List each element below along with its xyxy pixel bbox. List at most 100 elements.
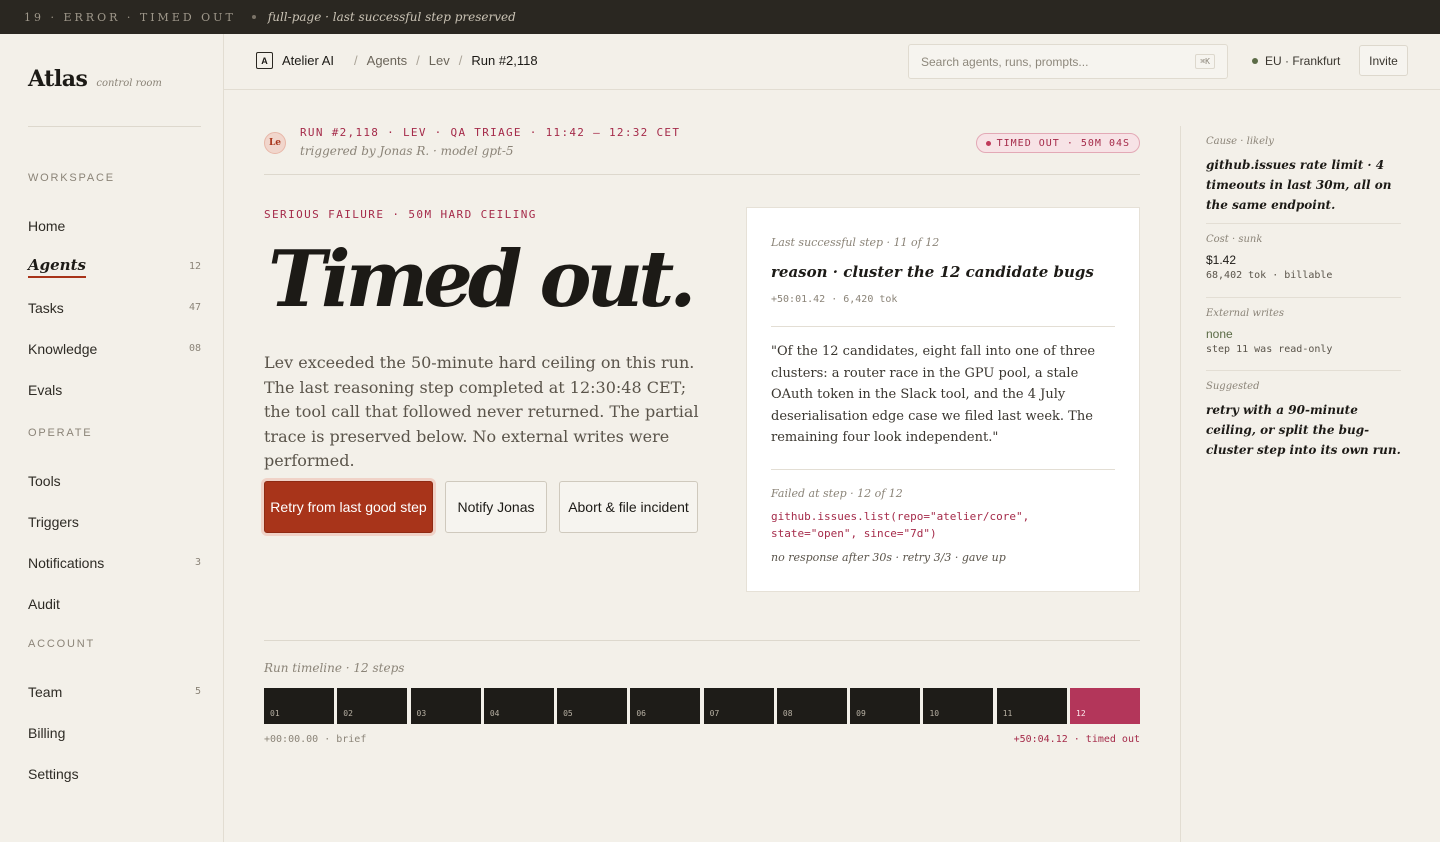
nav-section-title: OPERATE [28, 427, 93, 439]
timeline-step-number: 10 [929, 709, 940, 718]
sidebar-item-label: Triggers [28, 513, 79, 530]
error-note: full-page · last successful step preserv… [267, 10, 516, 24]
timeline-step-number: 04 [489, 709, 500, 718]
timeline-step-number: 05 [563, 709, 573, 718]
timeline-label: Run timeline · 12 steps [264, 661, 405, 675]
sidebar-item-count: 47 [188, 302, 201, 313]
last-step-meta: +50:01.42 · 6,420 tok [771, 294, 898, 305]
sidebar-item-notifications[interactable]: Notifications 3 [28, 542, 201, 583]
breadcrumb-current: Run #2,118 [471, 53, 538, 68]
timeline-step[interactable]: 09 [850, 688, 921, 724]
sidebar-item-audit[interactable]: Audit [28, 583, 201, 624]
nav-section-account: ACCOUNT Team 5 Billing Settings [28, 638, 201, 794]
breadcrumb-agents[interactable]: Agents [367, 53, 407, 68]
status-dot-icon [985, 140, 991, 146]
error-code: 19 · ERROR · TIMED OUT [24, 10, 236, 24]
divider [1206, 297, 1401, 298]
timeline-step[interactable]: 07 [703, 688, 774, 724]
sidebar-item-settings[interactable]: Settings [28, 753, 201, 794]
run-title: RUN #2,118 · LEV · QA TRIAGE · 11:42 — 1… [300, 126, 681, 139]
sidebar-item-team[interactable]: Team 5 [28, 671, 201, 712]
status-badge: TIMED OUT · 50M 04S [975, 133, 1140, 153]
region-label: EU · Frankfurt [1265, 54, 1341, 68]
divider [771, 469, 1115, 470]
search-shortcut: ⌘K [1195, 54, 1215, 69]
invite-button[interactable]: Invite [1359, 45, 1408, 76]
divider [1206, 223, 1401, 224]
sidebar-item-tools[interactable]: Tools [28, 460, 201, 501]
sidebar-item-home[interactable]: Home [28, 205, 201, 246]
sidebar-item-count: 08 [188, 343, 201, 354]
region-indicator[interactable]: EU · Frankfurt [1252, 54, 1340, 68]
divider [264, 640, 1140, 641]
timeline-step-number: 06 [636, 709, 646, 718]
sidebar-item-billing[interactable]: Billing [28, 712, 201, 753]
failed-tool-call: github.issues.list(repo="atelier/core", … [771, 510, 1030, 540]
timeline-step-number: 01 [270, 709, 280, 718]
nav-section-operate: OPERATE Tools Triggers Notifications 3 Audit [28, 427, 201, 624]
suggested-label: Suggested [1206, 381, 1260, 392]
cost-label: Cost · sunk [1206, 234, 1263, 245]
timeline-start: +00:00.00 · brief [264, 734, 367, 745]
timeline-step[interactable]: 01 [264, 688, 334, 724]
nav-section-title: WORKSPACE [28, 172, 115, 184]
nav-section-title: ACCOUNT [28, 638, 95, 650]
breadcrumb-agent[interactable]: Lev [429, 53, 450, 68]
sidebar-item-label: Tools [28, 472, 61, 489]
step-output-quote: "Of the 12 candidates, eight fall into o… [771, 344, 1096, 446]
abort-button[interactable]: Abort & file incident [559, 481, 698, 533]
retry-button[interactable]: Retry from last good step [264, 481, 433, 533]
search-input[interactable] [921, 54, 1181, 69]
sidebar-item-label: Billing [28, 724, 66, 741]
writes-section: External writes none step 11 was read-on… [1206, 308, 1401, 355]
brand[interactable]: Atlas control room [28, 66, 162, 92]
last-step-label: Last successful step · 11 of 12 [771, 236, 940, 249]
sidebar-item-label: Notifications [28, 554, 105, 571]
insights-rail: Cause · likely github.issues rate limit … [1180, 126, 1440, 842]
failure-detail: no response after 30s · retry 3/3 · gave… [771, 551, 1006, 564]
failed-step-label: Failed at step · 12 of 12 [771, 487, 903, 500]
avatar: Le [264, 132, 286, 154]
page-title: Timed out. [268, 234, 696, 325]
divider [771, 326, 1115, 327]
timeline-step[interactable]: 10 [923, 688, 994, 724]
sidebar-item-agents[interactable]: Agents 12 [28, 246, 201, 287]
search-box[interactable]: ⌘K [908, 44, 1228, 79]
nav-section-workspace: WORKSPACE Home Agents 12 Tasks 47 Knowledge 08 E… [28, 172, 201, 410]
divider [1206, 370, 1401, 371]
timeline-step-number: 03 [416, 709, 427, 718]
notify-button[interactable]: Notify Jonas [445, 481, 547, 533]
timeline-step[interactable]: 03 [410, 688, 481, 724]
failure-eyebrow: SERIOUS FAILURE · 50M HARD CEILING [264, 208, 537, 221]
timeline-step[interactable]: 05 [557, 688, 628, 724]
sidebar-item-triggers[interactable]: Triggers [28, 501, 201, 542]
writes-meta: step 11 was read-only [1206, 344, 1333, 355]
timeline-step[interactable]: 04 [483, 688, 554, 724]
run-subtitle: triggered by Jonas R. · model gpt-5 [300, 144, 514, 158]
sidebar-item-label: Knowledge [28, 340, 98, 357]
sidebar-item-tasks[interactable]: Tasks 47 [28, 287, 201, 328]
cause-text: github.issues rate limit · 4 timeouts in… [1206, 158, 1392, 212]
timeline-step[interactable]: 06 [630, 688, 701, 724]
sidebar-item-knowledge[interactable]: Knowledge 08 [28, 328, 201, 369]
sidebar-item-label: Team [28, 683, 63, 700]
writes-label: External writes [1206, 308, 1285, 319]
failure-description: Lev exceeded the 50-minute hard ceiling … [264, 353, 699, 470]
breadcrumb-separator: / [416, 53, 420, 68]
timeline-step[interactable]: 11 [996, 688, 1067, 724]
cost-meta: 68,402 tok · billable [1206, 270, 1333, 281]
sidebar-item-label: Evals [28, 381, 63, 398]
timeline-step-number: 07 [709, 709, 720, 718]
sidebar-item-evals[interactable]: Evals [28, 369, 201, 410]
status-dot-icon [1252, 58, 1258, 64]
breadcrumb-separator: / [354, 53, 358, 68]
divider [28, 126, 201, 127]
timeline-step[interactable]: 02 [337, 688, 408, 724]
breadcrumb-org[interactable]: Atelier AI [282, 53, 334, 68]
timeline-step[interactable]: 08 [776, 688, 847, 724]
error-strip: 19 · ERROR · TIMED OUT full-page · last … [0, 0, 1440, 34]
sidebar-item-label: Tasks [28, 299, 64, 316]
timeline-step[interactable]: 12 [1070, 688, 1140, 724]
timeline-step-number: 12 [1076, 709, 1086, 718]
org-badge: A [256, 52, 273, 69]
